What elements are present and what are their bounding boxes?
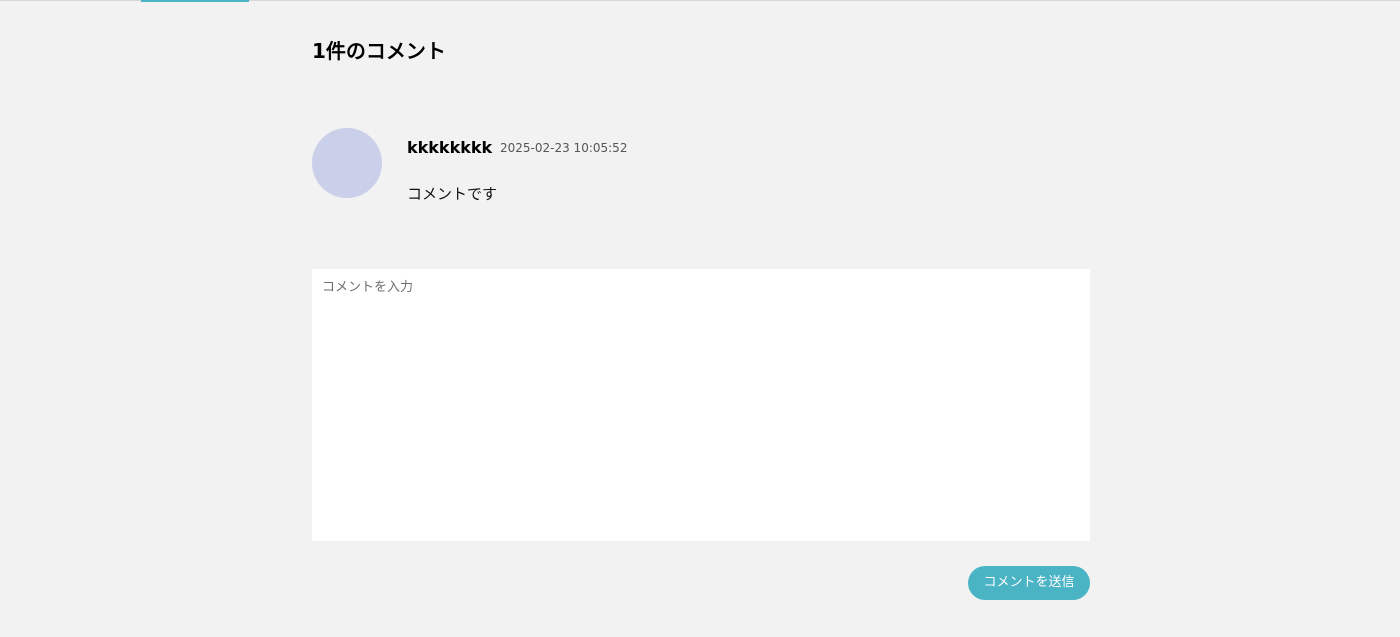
comment-body: コメントです — [407, 185, 498, 203]
active-tab-indicator — [141, 0, 249, 2]
comment-timestamp: 2025-02-23 10:05:52 — [500, 141, 628, 155]
comment-author: kkkkkkkk — [407, 138, 493, 157]
comment-input[interactable] — [312, 269, 1090, 541]
avatar — [312, 128, 382, 198]
submit-comment-button[interactable]: コメントを送信 — [968, 566, 1090, 600]
comment-item: kkkkkkkk 2025-02-23 10:05:52 コメントです — [312, 128, 1090, 208]
comments-count-title: 1件のコメント — [312, 39, 446, 63]
